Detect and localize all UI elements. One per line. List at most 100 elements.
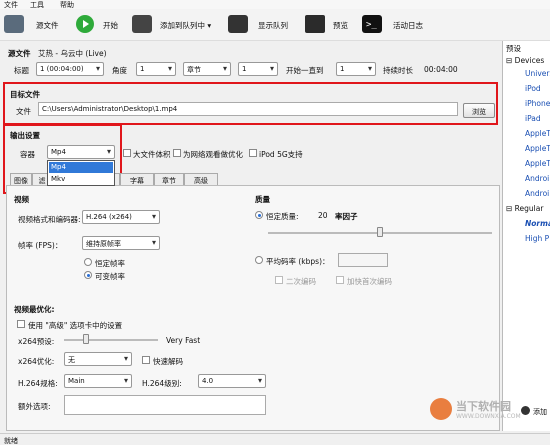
container-label: 容器 [20, 150, 35, 159]
status-text: 就绪 [4, 437, 18, 445]
preview-button[interactable]: 预览 [333, 20, 348, 31]
tab-chapters[interactable]: 章节 [154, 173, 184, 185]
presets-panel: 预设 ⊟ Devices Univers iPod iPhone iPad Ap… [502, 41, 550, 431]
title-select[interactable]: 1 (00:04:00) [36, 62, 104, 76]
chapters-mode-select[interactable]: 章节 [183, 62, 231, 76]
source-section-label: 源文件 [8, 49, 31, 58]
web-optimized-label: 为网络观看做优化 [183, 150, 243, 159]
large-file-checkbox[interactable] [123, 149, 131, 157]
preset-item-selected[interactable]: Norma [525, 219, 550, 228]
avg-bitrate-radio[interactable] [255, 256, 263, 264]
tab-subtitles[interactable]: 字幕 [120, 173, 154, 185]
container-option-mkv[interactable]: Mkv [49, 174, 113, 185]
queue-icon[interactable] [228, 15, 248, 33]
constant-quality-radio[interactable] [255, 211, 263, 219]
constant-quality-label: 恒定质量: [266, 212, 299, 221]
film-icon[interactable] [4, 15, 24, 33]
level-select[interactable]: 4.0 [198, 374, 266, 388]
extra-options-label: 额外选项: [18, 402, 51, 411]
svg-text:>_: >_ [366, 20, 377, 30]
use-advanced-label: 使用 "高级" 选项卡中的设置 [28, 321, 123, 330]
file-label: 文件 [16, 107, 31, 116]
preset-item[interactable]: High P [525, 234, 549, 243]
tune-label: x264优化: [18, 357, 55, 366]
ipod-checkbox[interactable] [249, 149, 257, 157]
constant-quality-value: 20 [318, 211, 328, 220]
rf-label: 率因子 [335, 212, 358, 221]
preset-value: Very Fast [166, 336, 201, 345]
profile-select[interactable]: Main [64, 374, 132, 388]
constant-framerate-radio[interactable] [84, 258, 92, 266]
variable-framerate-radio[interactable] [84, 271, 92, 279]
chapter-end-select[interactable]: 1 [336, 62, 376, 76]
preset-item[interactable]: Androi [525, 189, 549, 198]
destination-file-input[interactable]: C:\Users\Administrator\Desktop\1.mp4 [38, 102, 458, 116]
preset-item[interactable]: AppleT [525, 144, 550, 153]
variable-framerate-label: 可变帧率 [95, 272, 125, 281]
toolbar: 源文件 开始 添加到队列中 ▾ 显示队列 预览 >_ 活动日志 [0, 9, 550, 41]
use-advanced-checkbox[interactable] [17, 320, 25, 328]
profile-label: H.264规格: [18, 379, 58, 388]
activity-log-button[interactable]: 活动日志 [393, 20, 423, 31]
video-section-label: 视频 [14, 195, 29, 204]
browse-button[interactable]: 浏览 [463, 103, 495, 118]
codec-select[interactable]: H.264 (x264) [82, 210, 160, 224]
from-to-label: 开始一直到 [286, 66, 324, 75]
preset-item[interactable]: iPhone [525, 99, 550, 108]
two-pass-checkbox[interactable] [275, 276, 283, 284]
avg-bitrate-input[interactable] [338, 253, 388, 267]
duration-value: 00:04:00 [424, 65, 458, 74]
regular-group[interactable]: ⊟ Regular [506, 204, 543, 213]
quality-section-label: 质量 [255, 195, 270, 204]
start-button[interactable]: 开始 [103, 20, 118, 31]
tune-select[interactable]: 无 [64, 352, 132, 366]
turbo-label: 加快首次编码 [347, 277, 392, 286]
preset-item[interactable]: iPad [525, 114, 541, 123]
tv-icon[interactable] [305, 15, 325, 33]
angle-select[interactable]: 1 [136, 62, 176, 76]
extra-options-input[interactable] [64, 395, 266, 415]
chapter-start-select[interactable]: 1 [238, 62, 278, 76]
turbo-checkbox[interactable] [336, 276, 344, 284]
show-queue-button[interactable]: 显示队列 [258, 20, 288, 31]
duration-label: 持续时长 [383, 66, 413, 75]
tab-advanced[interactable]: 高级 [184, 173, 218, 185]
constant-framerate-label: 恒定帧率 [95, 259, 125, 268]
output-section-label: 输出设置 [10, 131, 40, 140]
preset-item[interactable]: Androi [525, 174, 549, 183]
angle-label: 角度 [112, 66, 127, 75]
large-file-label: 大文件体积 [133, 150, 171, 159]
play-icon[interactable] [76, 15, 94, 33]
preset-slider-track[interactable] [64, 339, 158, 341]
source-button[interactable]: 源文件 [36, 20, 59, 31]
preset-item[interactable]: AppleT [525, 159, 550, 168]
devices-group[interactable]: ⊟ Devices [506, 56, 544, 65]
title-label: 标题 [14, 66, 29, 75]
preset-slider-thumb[interactable] [83, 334, 89, 344]
collapse-icon: ⊟ [506, 56, 515, 65]
container-select[interactable]: Mp4 [47, 145, 115, 159]
terminal-icon[interactable]: >_ [362, 15, 382, 33]
container-dropdown-list: Mp4 Mkv [47, 160, 115, 186]
preset-item[interactable]: iPod [525, 84, 541, 93]
add-preset-icon[interactable] [521, 406, 530, 415]
fast-decode-checkbox[interactable] [142, 356, 150, 364]
add-to-queue-button[interactable]: 添加到队列中 ▾ [160, 20, 211, 31]
quality-slider-thumb[interactable] [377, 227, 383, 237]
fps-select[interactable]: 维持原帧率 [82, 236, 160, 250]
optimise-section-label: 视频最优化: [14, 305, 55, 314]
add-preset-label[interactable]: 添加 [533, 407, 547, 417]
web-optimized-checkbox[interactable] [173, 149, 181, 157]
codec-label: 视频格式和编码器: [18, 215, 81, 224]
preset-item[interactable]: Univers [525, 69, 550, 78]
watermark-text: 当下软件园 [456, 400, 511, 413]
add-queue-icon[interactable] [132, 15, 152, 33]
avg-bitrate-label: 平均码率 (kbps)： [266, 257, 330, 266]
destination-section-label: 目标文件 [10, 90, 40, 99]
container-option-mp4[interactable]: Mp4 [49, 162, 113, 173]
preset-item[interactable]: AppleT [525, 129, 550, 138]
menu-bar: 文件 工具 帮助 [0, 0, 550, 9]
regular-label: Regular [514, 204, 544, 213]
fps-label: 帧率 (FPS)： [18, 241, 63, 250]
tab-picture[interactable]: 图像 [10, 173, 32, 185]
